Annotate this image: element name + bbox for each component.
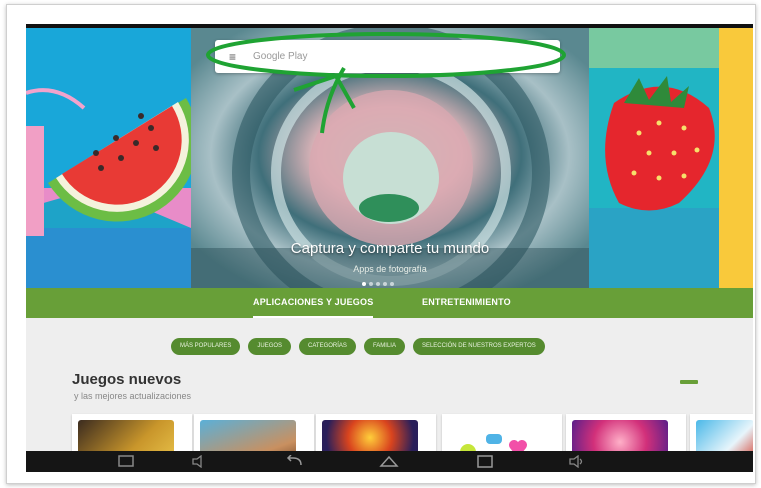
hero-banner[interactable]: ≡ Google Play Captura y comparte tu mund… [26,28,753,292]
carousel-dot[interactable] [383,282,387,286]
home-icon[interactable] [379,455,399,468]
chip-games[interactable]: JUEGOS [248,338,292,355]
section-title: Juegos nuevos [72,371,182,388]
chip-categories[interactable]: CATEGORÍAS [299,338,356,355]
tablet-screen: ≡ Google Play Captura y comparte tu mund… [26,24,753,472]
tab-apps-games[interactable]: APLICACIONES Y JUEGOS [253,288,374,318]
recents-icon[interactable] [475,455,495,468]
screenshot-icon[interactable] [118,455,134,468]
volume-up-icon[interactable] [568,455,586,468]
more-icon[interactable] [680,380,698,384]
volume-down-icon[interactable] [191,455,207,468]
category-chips: MÁS POPULARES JUEGOS CATEGORÍAS FAMILIA … [171,338,545,355]
carousel-dot[interactable] [390,282,394,286]
carousel-dots[interactable] [362,282,394,286]
chip-editors-choice[interactable]: SELECCIÓN DE NUESTROS EXPERTOS [412,338,545,355]
back-icon[interactable] [285,455,305,468]
chip-popular[interactable]: MÁS POPULARES [171,338,241,355]
section-subtitle: y las mejores actualizaciones [74,391,192,401]
carousel-dot[interactable] [369,282,373,286]
chip-family[interactable]: FAMILIA [363,338,405,355]
tab-entertainment[interactable]: ENTRETENIMIENTO [422,288,511,318]
carousel-dot[interactable] [362,282,366,286]
hero-subtitle: Apps de fotografía [353,264,427,274]
tab-bar: APLICACIONES Y JUEGOS ENTRETENIMIENTO [26,288,753,318]
carousel-dot[interactable] [376,282,380,286]
system-nav-bar [26,451,753,472]
hero-title: Captura y comparte tu mundo [290,240,490,257]
